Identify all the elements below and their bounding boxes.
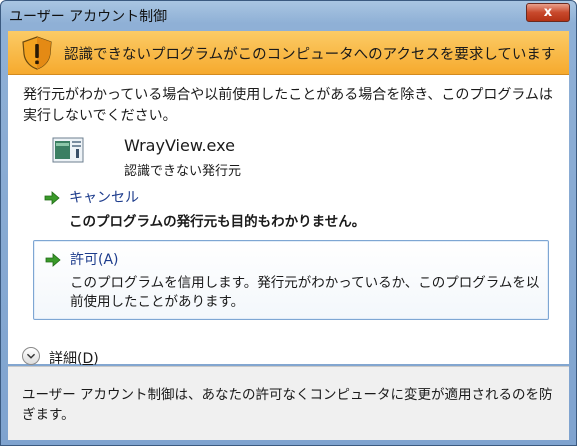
dialog-content: 発行元がわかっている場合や以前使用したことがある場合を除き、このプログラムは実行… [8,75,569,367]
close-button[interactable]: x [526,3,570,22]
shield-warning-icon [22,36,52,70]
program-icon [52,137,84,163]
program-name: WrayView.exe [124,136,235,155]
green-arrow-icon [44,191,60,205]
intro-text: 発行元がわかっている場合や以前使用したことがある場合を除き、このプログラムは実行… [23,87,553,124]
warning-banner: 認識できないプログラムがこのコンピュータへのアクセスを要求しています [8,31,569,75]
footer-panel: ユーザー アカウント制御は、あなたの許可なくコンピュータに変更が適用されるのを防… [8,366,569,440]
chevron-down-icon[interactable] [22,347,40,365]
uac-dialog-window: ユーザー アカウント制御 x 認識できないプログラムがこのコンピュータへのアクセ… [0,0,577,446]
program-publisher: 認識できない発行元 [124,164,242,179]
green-arrow-icon [45,253,61,267]
cancel-option-title: キャンセル [69,190,139,206]
allow-option-description: このプログラムを信用します。発行元がわかっているか、このプログラムを以前使用した… [70,275,540,310]
cancel-option-description: このプログラムの発行元も目的もわかりません。 [69,214,366,230]
cancel-option-button[interactable]: キャンセル このプログラムの発行元も目的もわかりません。 [36,186,546,230]
allow-option-title: 許可(A) [70,252,119,268]
details-label[interactable]: 詳細(D) [49,348,99,368]
banner-message: 認識できないプログラムがこのコンピュータへのアクセスを要求しています [64,47,556,63]
window-title: ユーザー アカウント制御 [9,9,168,25]
allow-option-button[interactable]: 許可(A) このプログラムを信用します。発行元がわかっているか、このプログラムを… [33,240,549,320]
footer-text: ユーザー アカウント制御は、あなたの許可なくコンピュータに変更が適用されるのを防… [22,387,553,423]
title-bar: ユーザー アカウント制御 x [1,1,576,29]
